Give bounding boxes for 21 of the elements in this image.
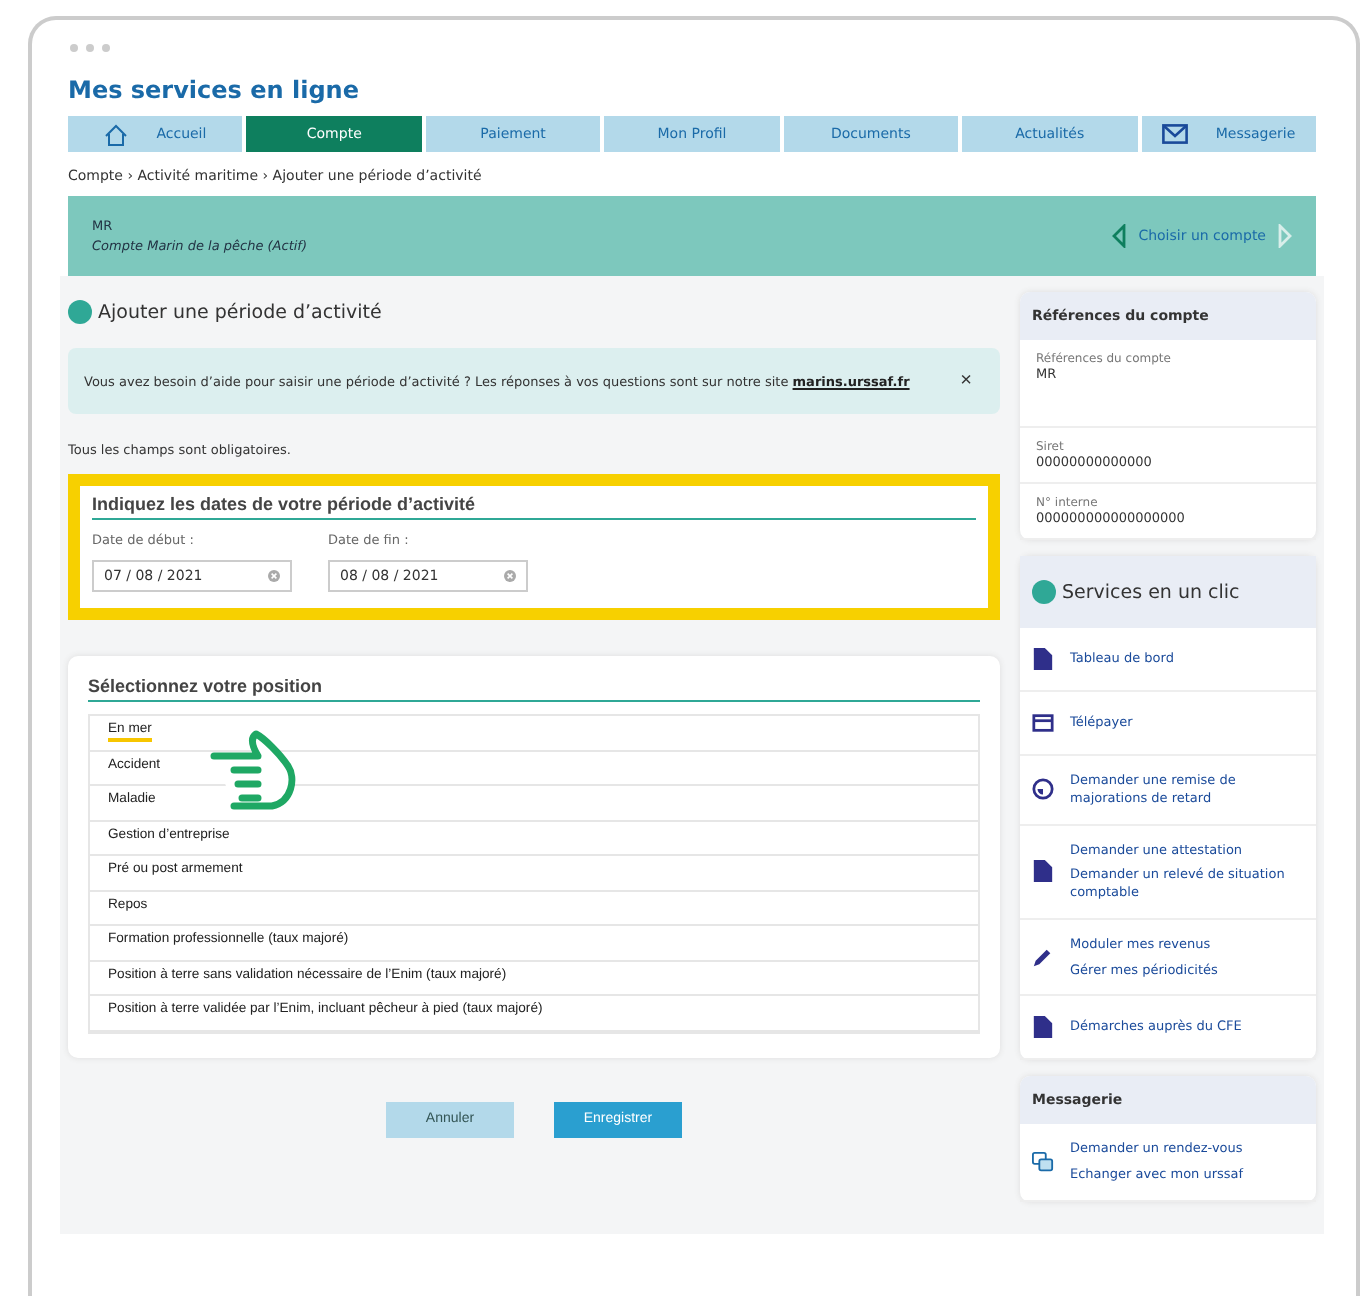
section-title: Sélectionnez votre position xyxy=(88,676,980,702)
document-icon xyxy=(1032,860,1054,883)
page-heading: Ajouter une période d’activité xyxy=(98,301,382,323)
chat-icon xyxy=(1032,1151,1054,1174)
card-title: Services en un clic xyxy=(1062,581,1240,603)
home-icon xyxy=(104,123,129,145)
clear-icon xyxy=(268,570,280,582)
clock-icon xyxy=(1032,778,1054,801)
decorative-dot-icon xyxy=(1032,580,1056,604)
chevron-left-icon xyxy=(1112,224,1127,248)
close-button[interactable]: × xyxy=(948,368,984,394)
mail-icon xyxy=(1161,124,1188,144)
credit-card-icon xyxy=(1032,712,1054,734)
decorative-dot-icon xyxy=(68,300,92,324)
pencil-icon xyxy=(1032,946,1054,969)
document-icon xyxy=(1032,1016,1054,1039)
document-icon xyxy=(1032,648,1054,670)
chevron-right-icon xyxy=(1278,224,1292,248)
section-title: Indiquez les dates de votre période d’activité xyxy=(92,494,976,520)
site-title: Mes services en ligne xyxy=(68,76,361,104)
clear-icon xyxy=(504,570,516,582)
